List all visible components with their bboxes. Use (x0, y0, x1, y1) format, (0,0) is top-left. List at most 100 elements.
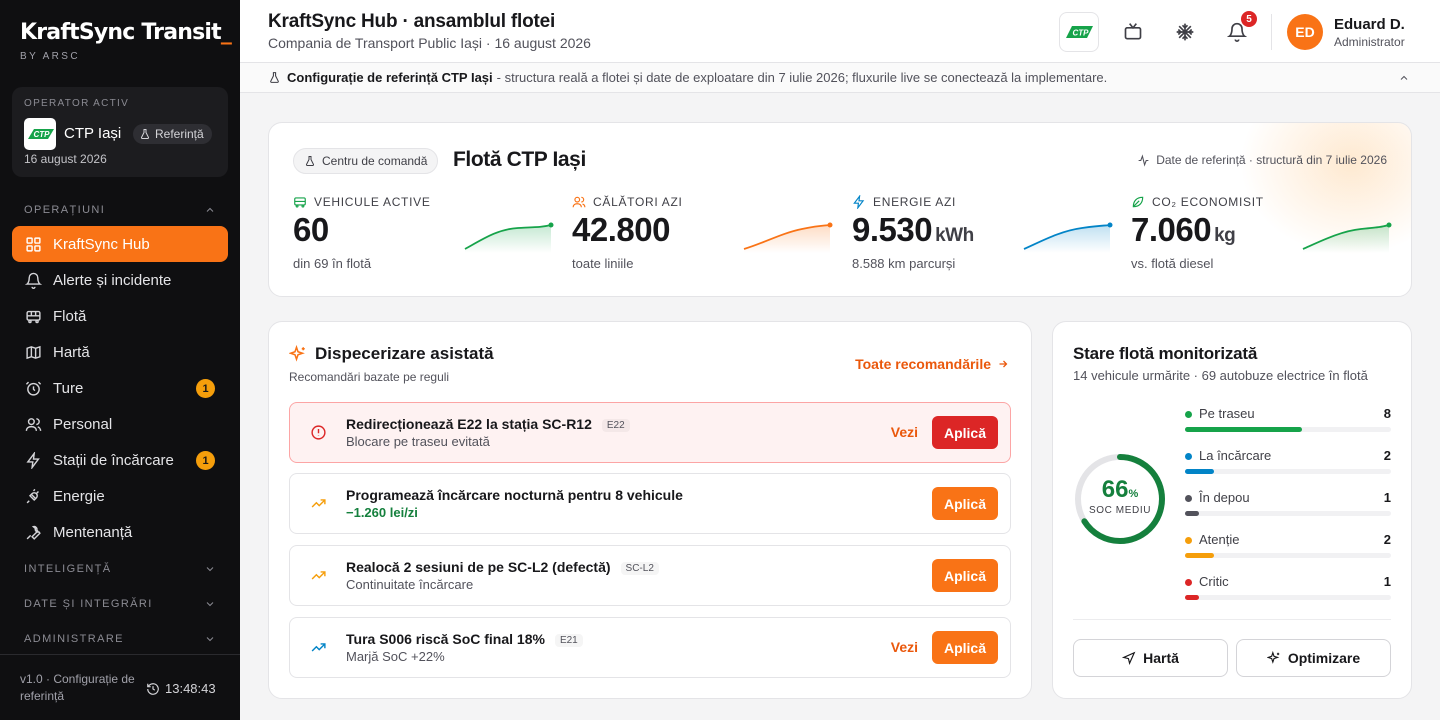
sidebar-footer: v1.0 · Configurație de referință 13:48:4… (0, 654, 240, 720)
kpi-unit: kg (1214, 225, 1236, 246)
monitored-fleet-status-card: Stare flotă monitorizată 14 vehicule urm… (1052, 321, 1412, 699)
recommendation-item[interactable]: Programează încărcare nocturnă pentru 8 … (289, 473, 1011, 534)
sidebar-item-energy[interactable]: Energie (12, 478, 228, 514)
kpi-subtext: 8.588 km parcurși (852, 256, 956, 271)
tv-icon (1124, 23, 1142, 40)
view-link[interactable]: Vezi (891, 424, 918, 440)
recommendation-item[interactable]: Tura S006 riscă SoC final 18% E21 Marjă S… (289, 617, 1011, 678)
kpi-passengers-today[interactable]: CĂLĂTORI AZI 42.800 toate liniile (572, 195, 834, 285)
apply-button[interactable]: Aplică (932, 487, 998, 520)
status-dot (1185, 411, 1192, 418)
chevron-down-icon (206, 637, 214, 642)
clock-time: 13:48:43 (165, 681, 216, 696)
reference-badge: Referință (133, 124, 212, 144)
all-recommendations-link[interactable]: Toate recomandările (855, 356, 1009, 372)
flask-icon (270, 72, 279, 83)
brand-subtitle: BY ARSC (20, 51, 80, 62)
status-bar-fill (1185, 553, 1214, 558)
sidebar-item-fleet[interactable]: Flotă (12, 298, 228, 334)
section-intelligence-label: INTELIGENȚĂ (24, 563, 112, 575)
kpi-label: CĂLĂTORI AZI (593, 195, 683, 209)
trend-up-icon (311, 499, 326, 508)
topbar-divider (1271, 14, 1272, 50)
plug-icon (24, 487, 42, 505)
command-center-pill[interactable]: Centru de comandă (293, 148, 439, 174)
clock-icon (24, 379, 42, 397)
recommendation-item[interactable]: Realocă 2 sesiuni de pe SC-L2 (defectă) S… (289, 545, 1011, 606)
status-row[interactable]: Pe traseu 8 (1185, 406, 1391, 438)
kpi-active-vehicles[interactable]: VEHICULE ACTIVE 60 din 69 în flotă (293, 195, 555, 285)
sidebar-item-staff[interactable]: Personal (12, 406, 228, 442)
status-dot (1185, 537, 1192, 544)
status-row[interactable]: La încărcare 2 (1185, 448, 1391, 480)
status-row[interactable]: În depou 1 (1185, 490, 1391, 522)
status-count: 8 (1383, 406, 1391, 421)
sidebar-item-label: Alerte și incidente (53, 271, 172, 289)
charging-count-badge: 1 (196, 451, 215, 470)
shifts-count-badge: 1 (196, 379, 215, 398)
recommendation-detail: Blocare pe traseu evitată (346, 434, 490, 449)
kpi-value: 60 (293, 211, 329, 248)
map-button[interactable]: Hartă (1073, 639, 1228, 677)
status-label: Atenție (1199, 532, 1240, 547)
section-operations[interactable]: OPERAȚIUNI (24, 204, 216, 216)
sidebar-item-map[interactable]: Hartă (12, 334, 228, 370)
svg-text:CTP: CTP (34, 130, 51, 139)
kpi-energy-today[interactable]: ENERGIE AZI 9.530 kWh 8.588 km parcurși (852, 195, 1114, 285)
tv-display-button[interactable] (1121, 20, 1145, 44)
kpi-sparkline (1023, 222, 1113, 253)
status-label: Pe traseu (1199, 406, 1255, 421)
bolt-icon (853, 195, 865, 209)
kpi-co2-saved[interactable]: CO₂ ECONOMISIT 7.060 kg vs. flotă diesel (1131, 195, 1393, 285)
apply-button[interactable]: Aplică (932, 559, 998, 592)
view-link[interactable]: Vezi (891, 639, 918, 655)
banner-title: Configurație de referință CTP Iași (287, 70, 493, 85)
users-icon (572, 196, 586, 208)
status-label: Critic (1199, 574, 1229, 589)
recommendation-item[interactable]: Redirecționează E22 la stația SC-R12 E22 … (289, 402, 1011, 463)
kpi-label: CO₂ ECONOMISIT (1152, 195, 1264, 209)
optimize-button[interactable]: Optimizare (1236, 639, 1391, 677)
leaf-icon (1132, 196, 1144, 208)
soc-value: 66 (1101, 476, 1129, 503)
status-bar-fill (1185, 427, 1303, 432)
brand-logo[interactable]: KraftSync Transit_ BY ARSC (20, 20, 232, 62)
sidebar-item-alerts[interactable]: Alerte și incidente (12, 262, 228, 298)
bus-icon (294, 197, 306, 208)
sparkles-icon (289, 345, 305, 362)
status-count: 2 (1383, 532, 1391, 547)
apply-button[interactable]: Aplică (932, 416, 998, 449)
section-admin-label: ADMINISTRARE (24, 633, 124, 645)
section-intelligence[interactable]: INTELIGENȚĂ (24, 563, 216, 575)
status-row[interactable]: Atenție 2 (1185, 532, 1391, 564)
apply-button[interactable]: Aplică (932, 631, 998, 664)
chevron-down-icon (206, 602, 214, 607)
status-row[interactable]: Critic 1 (1185, 574, 1391, 606)
collapse-banner-icon[interactable] (1398, 72, 1410, 84)
climate-button[interactable] (1173, 20, 1197, 44)
section-data-label: DATE ȘI INTEGRĂRI (24, 598, 153, 610)
sidebar-item-kraftsync-hub[interactable]: KraftSync Hub (12, 226, 228, 262)
topbar: KraftSync Hub · ansamblul flotei Compani… (240, 0, 1440, 63)
operator-label: OPERATOR ACTIV (24, 98, 130, 109)
map-button-label: Hartă (1143, 650, 1179, 666)
status-label: În depou (1199, 490, 1250, 505)
section-administration[interactable]: ADMINISTRARE (24, 633, 216, 645)
activity-icon (1138, 153, 1149, 167)
operator-logo-button[interactable]: CTP (1059, 12, 1099, 52)
kpi-value: 42.800 (572, 211, 670, 248)
sidebar-item-maintenance[interactable]: Mentenanță (12, 514, 228, 550)
brand-title: KraftSync Transit (20, 20, 222, 45)
active-operator-card[interactable]: OPERATOR ACTIV CTP CTP Iași Referință 16… (12, 87, 228, 177)
user-name[interactable]: Eduard D. (1334, 16, 1405, 33)
kpi-subtext: din 69 în flotă (293, 256, 372, 271)
section-data-integrations[interactable]: DATE ȘI INTEGRĂRI (24, 598, 216, 610)
sparkles-icon (1266, 651, 1280, 664)
wrench-icon (24, 523, 42, 541)
status-bar-fill (1185, 511, 1200, 516)
sidebar-item-shifts[interactable]: Ture 1 (12, 370, 228, 406)
avatar[interactable]: ED (1287, 14, 1323, 50)
sidebar-item-charging-stations[interactable]: Stații de încărcare 1 (12, 442, 228, 478)
kpi-sparkline (464, 222, 554, 253)
recommendation-title: Tura S006 riscă SoC final 18% (346, 631, 545, 647)
